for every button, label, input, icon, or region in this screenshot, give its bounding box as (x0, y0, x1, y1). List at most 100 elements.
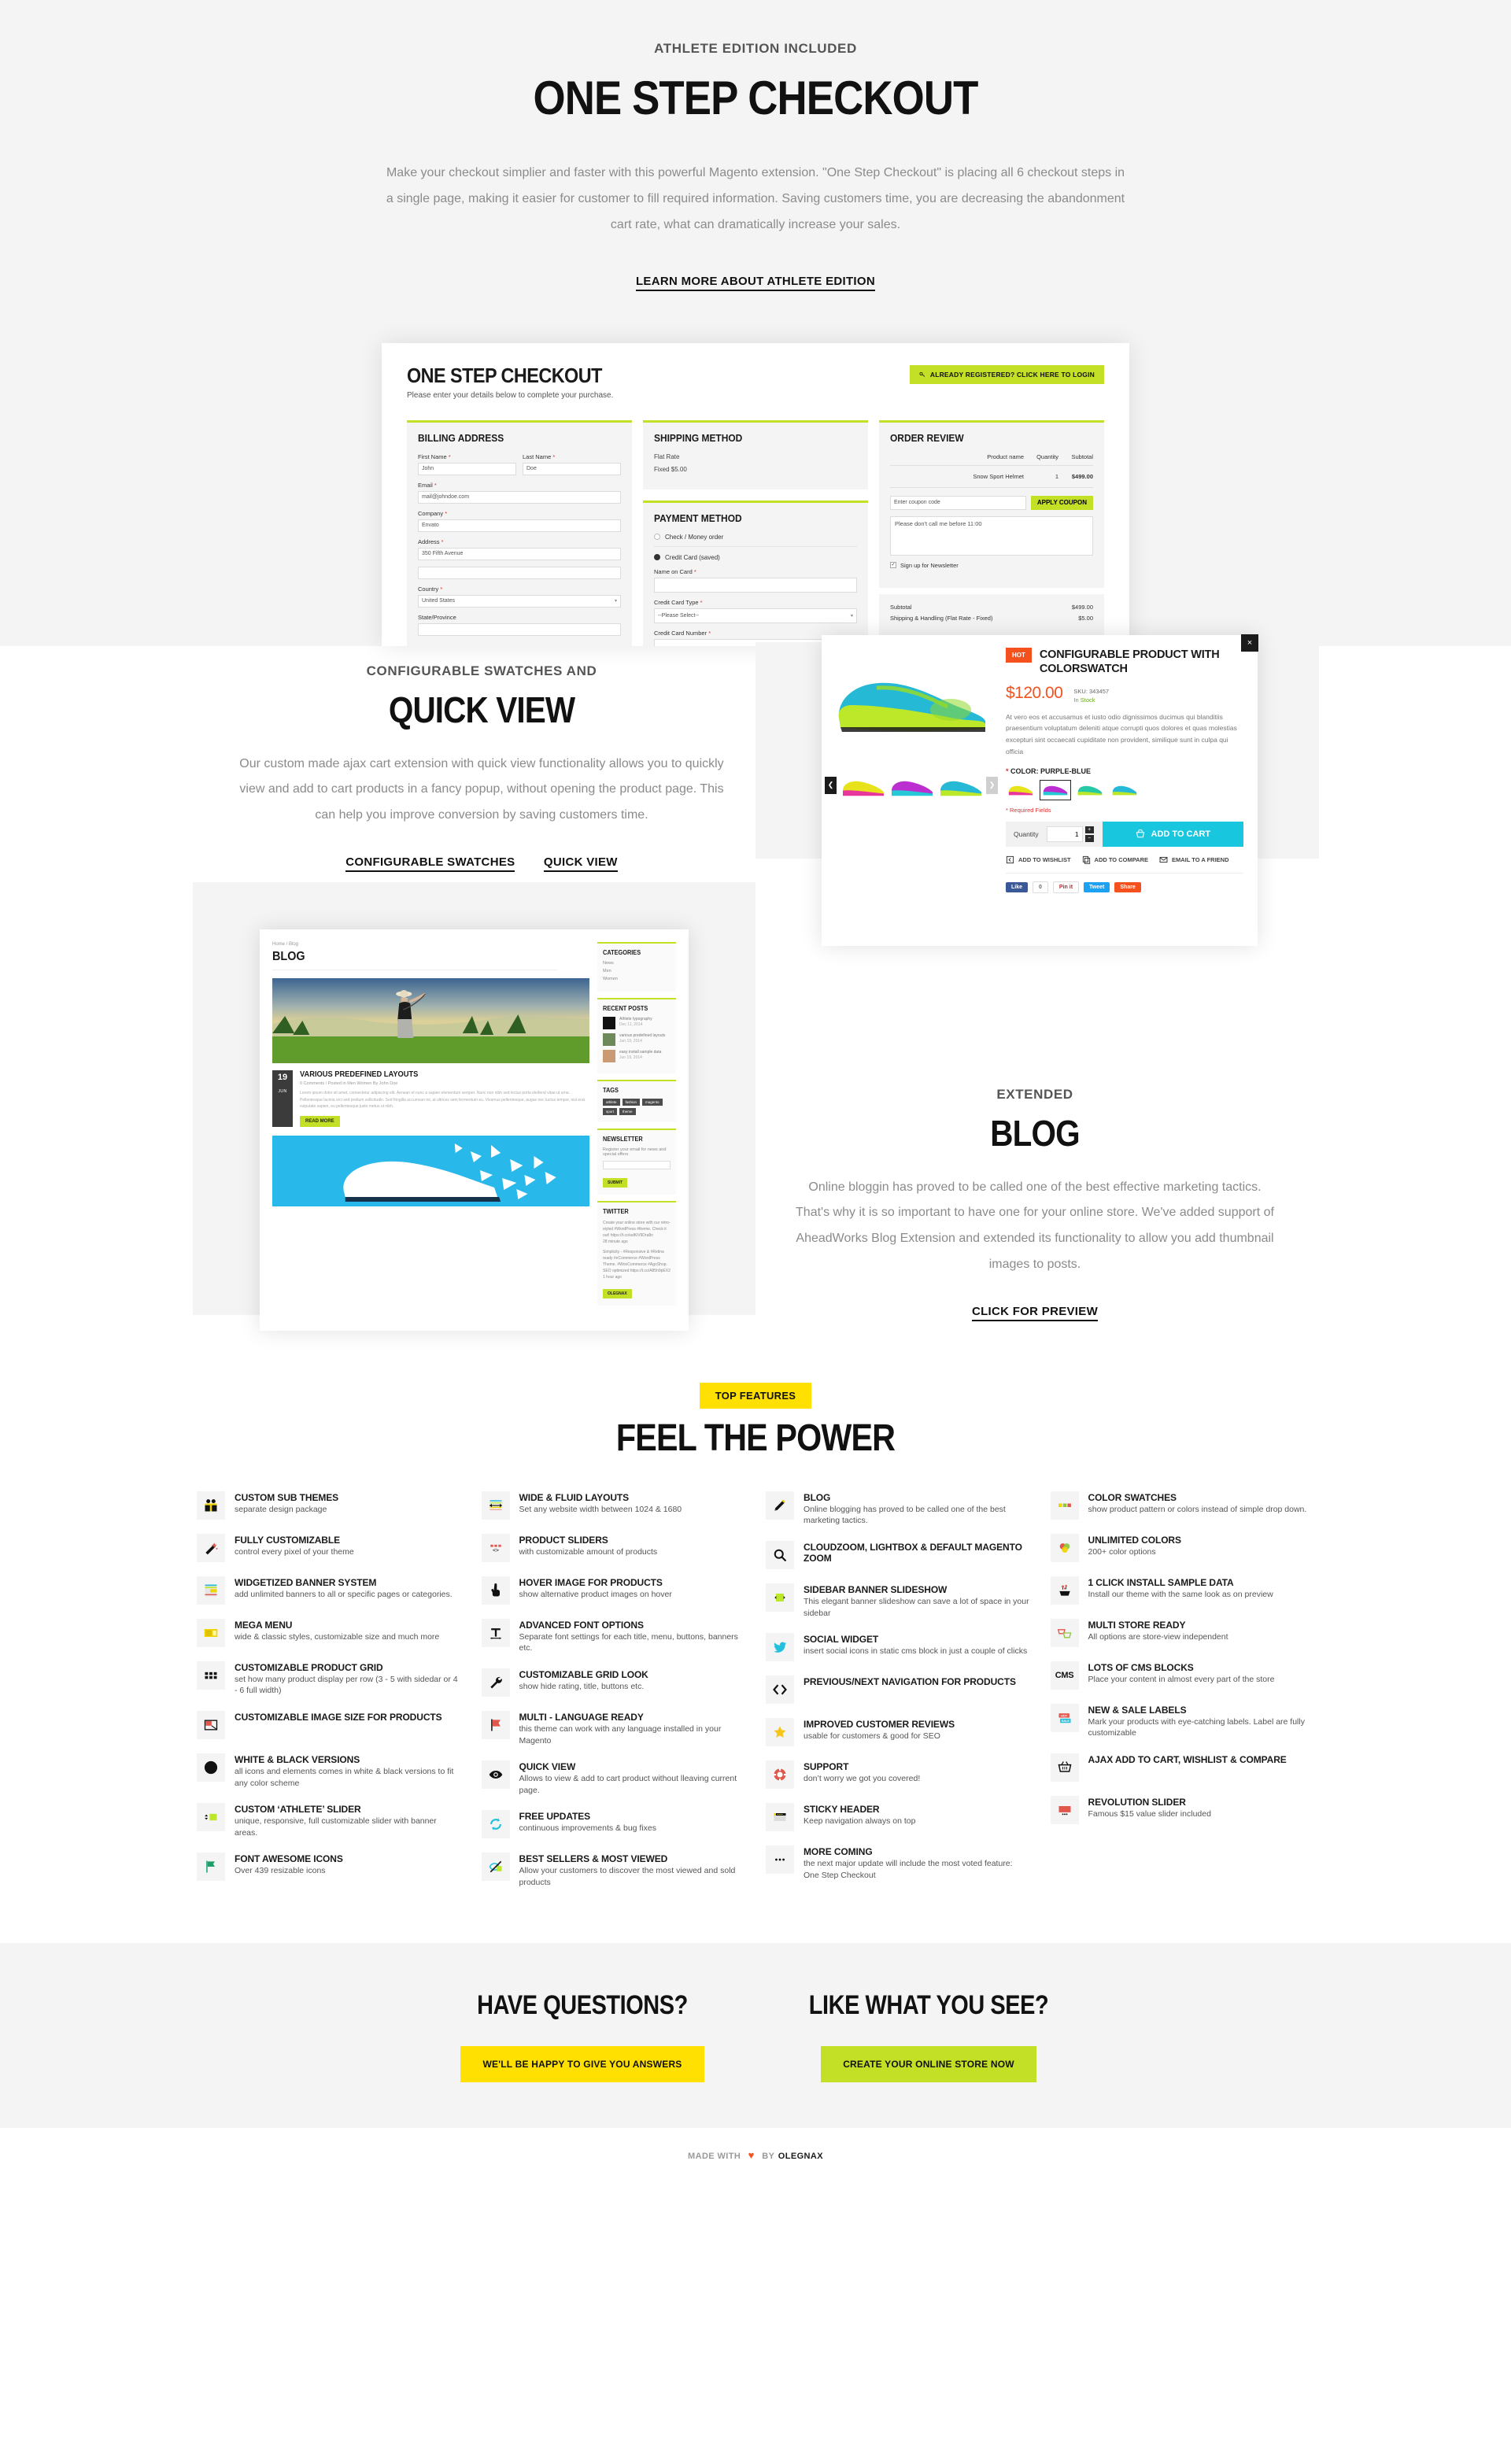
quickview-eyebrow: CONFIGURABLE SWATCHES AND (366, 663, 597, 678)
tag[interactable]: athlete (603, 1098, 620, 1106)
color-swatch[interactable] (1075, 781, 1105, 800)
quantity-input[interactable]: 1 (1046, 826, 1083, 843)
email-to-friend-button[interactable]: EMAIL TO A FRIEND (1159, 855, 1229, 864)
post-excerpt: Lorem ipsum dolor sit amet, consectetur … (300, 1090, 586, 1110)
increment-icon[interactable]: + (1084, 826, 1094, 834)
add-to-wishlist-button[interactable]: ADD TO WISHLIST (1006, 855, 1071, 864)
add-to-cart-button[interactable]: ADD TO CART (1102, 822, 1243, 848)
categories-widget: CATEGORIES News Men Women (597, 941, 676, 992)
feature-text: FULLY CUSTOMIZABLE control every pixel of… (235, 1534, 354, 1558)
country-select[interactable]: United States ▾ (418, 594, 621, 608)
order-totals-box: Subtotal $499.00 Shipping & Handling (Fla… (879, 593, 1104, 637)
recent-posts-widget: RECENT POSTS Athlete typography Dec 11, 2… (597, 997, 676, 1073)
search-icon-wrap (766, 1540, 794, 1569)
payment-option-card[interactable]: Credit Card (saved) (654, 554, 857, 561)
tag[interactable]: sport (603, 1107, 618, 1115)
coupon-input[interactable]: Enter coupon code (890, 495, 1026, 510)
card-type-select[interactable]: --Please Select-- ▾ (654, 608, 857, 623)
labels-icon-wrap: HOT SALE (1050, 1703, 1079, 1732)
feature-title: PREVIOUS/NEXT NAVIGATION FOR PRODUCTS (804, 1676, 1016, 1688)
tag[interactable]: magento (642, 1098, 663, 1106)
quick-view-link[interactable]: QUICK VIEW (543, 855, 618, 872)
company-input[interactable]: Envato (418, 519, 621, 532)
post-title[interactable]: VARIOUS PREDEFINED LAYOUTS (300, 1070, 569, 1079)
post-thumbnail (603, 1033, 615, 1046)
eye-slash-icon (489, 1860, 501, 1873)
checkout-screenshot: ONE STEP CHECKOUT Please enter your deta… (382, 342, 1129, 646)
blog-main-column: Home / Blog BLOG 19 JUN VARIOUS PREDEFIN… (272, 942, 589, 1331)
payment-method-box: PAYMENT METHOD Check / Money order Credi… (643, 500, 868, 646)
contact-button[interactable]: WE'LL BE HAPPY TO GIVE YOU ANSWERS (460, 2046, 704, 2083)
color-swatch[interactable] (1006, 781, 1036, 800)
prev-arrow-icon[interactable]: ❮ (825, 776, 837, 794)
checkout-shot-subtitle: Please enter your details below to compl… (407, 390, 614, 400)
payment-option-check[interactable]: Check / Money order (654, 534, 857, 547)
billing-column: BILLING ADDRESS First Name * John Last N… (407, 419, 632, 646)
tag[interactable]: fashion (622, 1098, 641, 1106)
svg-text:<>: <> (492, 1547, 498, 1553)
feature-title: WIDGETIZED BANNER SYSTEM (235, 1576, 377, 1588)
search-icon (774, 1549, 787, 1562)
state-select[interactable] (418, 622, 621, 636)
feature-description: insert social icons in static cms block … (804, 1646, 1028, 1657)
eye-icon (489, 1771, 502, 1779)
prev-next-icon-wrap (766, 1675, 794, 1705)
quantity-stepper[interactable]: + − (1084, 826, 1094, 843)
list-item[interactable]: Women (603, 977, 671, 981)
thumbnail[interactable] (938, 775, 984, 800)
hero-paragraph: Make your checkout simplier and faster w… (386, 166, 1125, 231)
first-name-input[interactable]: John (418, 462, 516, 475)
learn-more-link[interactable]: LEARN MORE ABOUT ATHLETE EDITION (635, 275, 876, 291)
feature-item: HOT SALE NEW & SALE LABELS Mark your produc… (1050, 1703, 1315, 1739)
tag[interactable]: theme (619, 1107, 636, 1115)
address-input[interactable]: 350 Fifth Avenue (418, 547, 621, 560)
shipping-method-name: Flat Rate (654, 453, 680, 460)
decrement-icon[interactable]: − (1084, 835, 1094, 843)
address2-input[interactable] (418, 566, 621, 579)
feature-description: set how many product display per row (3 … (235, 1674, 458, 1696)
apply-coupon-button[interactable]: APPLY COUPON (1030, 495, 1093, 510)
cta-purchase: LIKE WHAT YOU SEE? CREATE YOUR ONLINE ST… (756, 1990, 1102, 2083)
name-on-card-label: Name on Card * (654, 567, 696, 575)
list-item[interactable]: various predefined layouts Jun 19, 2014 (603, 1033, 671, 1046)
read-more-button[interactable]: READ MORE (300, 1116, 340, 1128)
feature-text: CLOUDZOOM, LIGHTBOX & DEFAULT MAGENTO ZO… (804, 1541, 1030, 1564)
list-item[interactable]: Men (603, 969, 671, 973)
thumbnail[interactable] (840, 775, 886, 800)
twitter-handle-button[interactable]: OLEGNAX (603, 1288, 632, 1298)
feature-description: show product pattern or colors instead o… (1088, 1504, 1307, 1514)
order-comment-textarea[interactable]: Please don't call me before 11:00 (890, 515, 1093, 556)
email-input[interactable]: mail@johndoe.com (418, 490, 621, 504)
feature-description: Mark your products with eye-catching lab… (1088, 1716, 1305, 1738)
next-arrow-icon[interactable]: ❯ (986, 776, 998, 794)
last-name-input[interactable]: Doe (523, 462, 621, 475)
newsletter-text: Register your email for news and special… (603, 1147, 667, 1157)
thumbnail[interactable] (889, 775, 935, 800)
red-flag-icon (490, 1719, 501, 1731)
feature-description: this theme can work with any language in… (519, 1724, 722, 1745)
blog-preview-link[interactable]: CLICK FOR PREVIEW (971, 1305, 1099, 1321)
ellipsis-icon-wrap (766, 1845, 794, 1875)
feature-description: This elegant banner slideshow can save a… (804, 1597, 1029, 1618)
list-item[interactable]: Athlete typography Dec 11, 2014 (603, 1016, 671, 1029)
newsletter-checkbox[interactable]: ✓ Sign up for Newsletter (890, 562, 1093, 569)
list-item[interactable]: easy install sample data Jun 19, 2014 (603, 1049, 671, 1062)
feature-text: PRODUCT SLIDERS with customizable amount … (519, 1534, 658, 1558)
configurable-swatches-link[interactable]: CONFIGURABLE SWATCHES (345, 855, 515, 872)
blog-post-image-2 (272, 1136, 589, 1207)
radio-icon (654, 534, 660, 541)
feature-description: all icons and elements comes in white & … (235, 1767, 454, 1788)
list-item[interactable]: News (603, 961, 671, 966)
color-swatch[interactable] (1110, 781, 1140, 800)
color-swatch-selected[interactable] (1040, 780, 1071, 801)
login-button[interactable]: ALREADY REGISTERED? CLICK HERE TO LOGIN (909, 364, 1104, 384)
newsletter-submit-button[interactable]: SUBMIT (603, 1177, 628, 1188)
add-to-compare-button[interactable]: ADD TO COMPARE (1082, 855, 1148, 864)
newsletter-email-input[interactable] (603, 1160, 671, 1169)
cta-left-heading: HAVE QUESTIONS? (477, 1990, 688, 2021)
close-icon[interactable]: × (1241, 634, 1258, 652)
name-on-card-input[interactable] (654, 577, 857, 593)
create-store-button[interactable]: CREATE YOUR ONLINE STORE NOW (821, 2046, 1036, 2083)
feature-title: LOTS OF CMS BLOCKS (1088, 1661, 1194, 1673)
feature-item: AJAX ADD TO CART, WISHLIST & COMPARE (1050, 1753, 1315, 1782)
